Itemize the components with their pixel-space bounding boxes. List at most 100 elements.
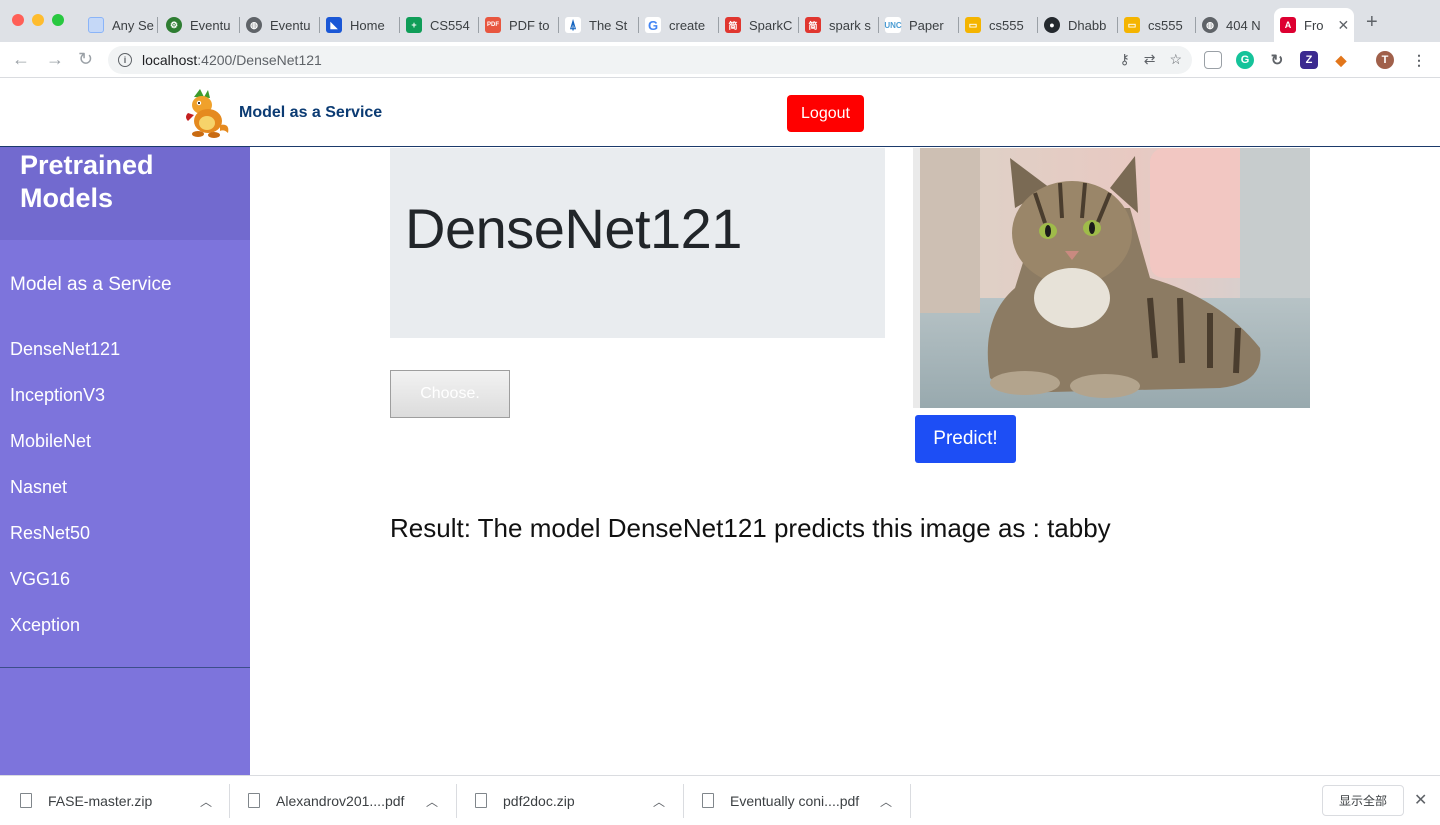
sidebar-item-mobilenet[interactable]: MobileNet <box>10 431 91 452</box>
browser-tab[interactable]: ◣ Home <box>320 8 400 42</box>
sheets-icon: + <box>406 17 422 33</box>
chevron-up-icon[interactable]: ︿ <box>880 793 892 810</box>
metamask-icon[interactable]: ◆ <box>1332 51 1350 69</box>
zotero-icon[interactable]: Z <box>1300 51 1318 69</box>
url-host: localhost <box>142 52 198 68</box>
page-icon[interactable] <box>1204 51 1222 69</box>
window-zoom-dot[interactable] <box>52 14 64 26</box>
sidebar-item-densenet121[interactable]: DenseNet121 <box>10 339 120 360</box>
download-item[interactable]: pdf2doc.zip ︿ <box>475 776 683 825</box>
tab-title: Paper <box>909 17 944 33</box>
browser-toolbar: ← → ↻ i localhost:4200/DenseNet121 ⚷ ⇄ ☆… <box>0 42 1440 78</box>
window-close-dot[interactable] <box>12 14 24 26</box>
chevron-up-icon[interactable]: ︿ <box>653 793 665 810</box>
browser-tab[interactable]: ● Dhabb <box>1038 8 1118 42</box>
tab-title: CS554 <box>430 17 470 33</box>
browser-tab[interactable]: ◍ 404 N <box>1196 8 1274 42</box>
download-file-name: pdf2doc.zip <box>503 792 575 809</box>
jian-icon: 简 <box>805 17 821 33</box>
browser-tab[interactable]: ◍ Eventu <box>240 8 320 42</box>
star-icon[interactable]: ☆ <box>1169 51 1182 68</box>
tab-title: Fro <box>1304 17 1324 33</box>
globe-icon: ◍ <box>1202 17 1218 33</box>
download-file-name: FASE-master.zip <box>48 792 153 809</box>
reload-icon[interactable]: ↻ <box>78 50 93 68</box>
chevron-up-icon[interactable]: ︿ <box>200 793 212 810</box>
sidebar-divider <box>0 667 250 668</box>
pdf-file-icon <box>702 793 714 808</box>
angular-icon: A <box>1280 17 1296 33</box>
browser-tab[interactable]: PDF PDF to <box>479 8 559 42</box>
browser-tab[interactable]: Any Se <box>82 8 158 42</box>
info-icon[interactable]: i <box>118 53 132 67</box>
predict-button[interactable]: Predict! <box>915 415 1016 463</box>
sidebar-header: Pretrained Models <box>0 147 250 240</box>
download-item[interactable]: Eventually coni....pdf ︿ <box>702 776 910 825</box>
tab-title: Home <box>350 17 385 33</box>
browser-tab[interactable]: UNC Paper <box>879 8 959 42</box>
translate-icon[interactable]: ⇄ <box>1144 51 1156 68</box>
browser-tab[interactable]: 简 SparkC <box>719 8 799 42</box>
doc-icon <box>88 17 104 33</box>
download-file-name: Alexandrov201....pdf <box>276 792 405 809</box>
download-file-name: Eventually coni....pdf <box>730 792 860 809</box>
browser-tab[interactable]: ▭ cs555 <box>959 8 1038 42</box>
new-tab-icon[interactable]: + <box>1366 12 1378 32</box>
logout-button[interactable]: Logout <box>787 95 864 132</box>
choose-file-button[interactable]: Choose. <box>390 370 510 418</box>
grammarly-icon[interactable]: G <box>1236 51 1254 69</box>
sidebar-home-link[interactable]: Model as a Service <box>10 274 172 296</box>
prediction-result: Result: The model DenseNet121 predicts t… <box>390 513 1111 543</box>
window-minimize-dot[interactable] <box>32 14 44 26</box>
url-path: :4200/DenseNet121 <box>197 52 322 68</box>
browser-tab[interactable]: G create <box>639 8 719 42</box>
pdf-file-icon <box>248 793 260 808</box>
sidebar-item-inceptionv3[interactable]: InceptionV3 <box>10 385 105 406</box>
browser-tab[interactable]: + CS554 <box>400 8 479 42</box>
file-icon <box>475 793 487 808</box>
browser-tab[interactable]: ⍋ The St <box>559 8 639 42</box>
browser-tab[interactable]: ⚙ Eventu <box>160 8 240 42</box>
download-item[interactable]: FASE-master.zip ︿ <box>20 776 230 825</box>
sidebar-item-xception[interactable]: Xception <box>10 615 80 636</box>
sidebar-title: Pretrained Models <box>20 150 154 213</box>
sidebar: Pretrained Models Model as a Service Den… <box>0 147 250 775</box>
download-item[interactable]: Alexandrov201....pdf ︿ <box>248 776 456 825</box>
browser-tab[interactable]: ▭ cs555 <box>1118 8 1196 42</box>
home-icon: ◣ <box>326 17 342 33</box>
show-all-downloads-button[interactable]: 显示全部 <box>1322 785 1404 816</box>
google-icon: G <box>645 17 661 33</box>
sidebar-item-nasnet[interactable]: Nasnet <box>10 477 67 498</box>
github-icon: ● <box>1044 17 1060 33</box>
tab-title: spark s <box>829 17 871 33</box>
tab-title: Any Se <box>112 17 154 33</box>
browser-tab-bar: Any Se ⚙ Eventu ◍ Eventu ◣ Home + CS554 … <box>0 0 1440 42</box>
tab-title: Eventu <box>270 17 311 33</box>
back-icon[interactable]: ← <box>12 50 30 68</box>
page-title: DenseNet121 <box>405 197 742 260</box>
refresh-ext-icon[interactable]: ↻ <box>1268 51 1286 69</box>
tab-title: SparkC <box>749 17 793 33</box>
browser-tab-active[interactable]: A Fro ✕ <box>1274 8 1354 42</box>
tab-title: create <box>669 17 706 33</box>
close-icon[interactable]: ✕ <box>1414 790 1427 810</box>
app-brand[interactable]: Model as a Service <box>239 104 382 122</box>
menu-icon[interactable]: ⋮ <box>1410 51 1428 69</box>
avatar[interactable]: T <box>1376 51 1394 69</box>
sidebar-item-vgg16[interactable]: VGG16 <box>10 569 70 590</box>
dragon-logo-icon <box>186 89 229 138</box>
jian-icon: 简 <box>725 17 741 33</box>
browser-tab[interactable]: 简 spark s <box>799 8 879 42</box>
key-icon[interactable]: ⚷ <box>1119 51 1129 68</box>
address-bar[interactable]: i localhost:4200/DenseNet121 ⚷ ⇄ ☆ <box>108 46 1192 74</box>
forward-icon[interactable]: → <box>46 50 64 68</box>
close-tab-icon[interactable]: ✕ <box>1338 17 1350 34</box>
tab-title: 404 N <box>1226 17 1261 33</box>
tab-title: PDF to <box>509 17 550 33</box>
sidebar-item-resnet50[interactable]: ResNet50 <box>10 523 90 544</box>
unc-icon: UNC <box>884 17 902 33</box>
chevron-up-icon[interactable]: ︿ <box>426 793 438 810</box>
app-header: Model as a Service Logout <box>0 79 1440 147</box>
gear-icon: ⚙ <box>166 17 182 33</box>
file-icon <box>20 793 32 808</box>
